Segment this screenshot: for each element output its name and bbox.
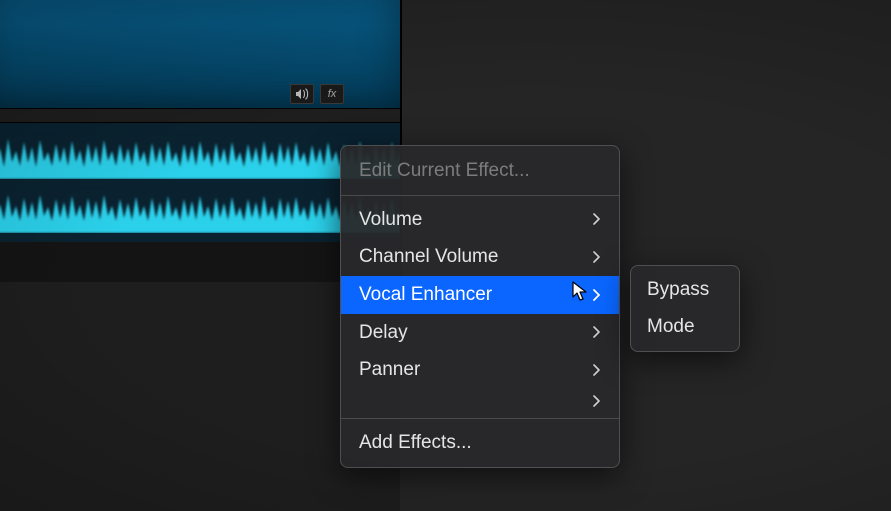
chevron-right-icon bbox=[592, 326, 601, 338]
menu-header-edit-current-effect: Edit Current Effect... bbox=[341, 152, 619, 190]
chevron-right-icon bbox=[592, 395, 601, 407]
menu-item-label: Volume bbox=[359, 207, 422, 233]
effects-context-menu: Edit Current Effect... Volume Channel Vo… bbox=[340, 145, 620, 468]
submenu-item-mode[interactable]: Mode bbox=[631, 309, 739, 346]
menu-item-blank-submenu[interactable] bbox=[341, 389, 619, 413]
menu-item-label: Add Effects... bbox=[359, 430, 472, 456]
submenu-item-label: Mode bbox=[647, 316, 695, 337]
menu-item-channel-volume[interactable]: Channel Volume bbox=[341, 238, 619, 276]
menu-item-label: Vocal Enhancer bbox=[359, 282, 492, 308]
fx-icon-label: fx bbox=[328, 88, 337, 100]
submenu-item-label: Bypass bbox=[647, 279, 709, 300]
menu-separator bbox=[341, 418, 619, 419]
chevron-right-icon bbox=[592, 364, 601, 376]
vocal-enhancer-submenu: Bypass Mode bbox=[630, 265, 740, 352]
speaker-icon[interactable] bbox=[290, 84, 314, 104]
menu-header-label: Edit Current Effect... bbox=[359, 158, 530, 184]
menu-separator bbox=[341, 195, 619, 196]
chevron-right-icon bbox=[592, 289, 601, 301]
menu-item-add-effects[interactable]: Add Effects... bbox=[341, 424, 619, 462]
menu-item-delay[interactable]: Delay bbox=[341, 314, 619, 352]
chevron-right-icon bbox=[592, 213, 601, 225]
menu-item-label: Delay bbox=[359, 320, 408, 346]
menu-item-panner[interactable]: Panner bbox=[341, 351, 619, 389]
submenu-item-bypass[interactable]: Bypass bbox=[631, 272, 739, 309]
menu-item-label: Panner bbox=[359, 357, 420, 383]
menu-item-vocal-enhancer[interactable]: Vocal Enhancer bbox=[341, 276, 619, 314]
chevron-right-icon bbox=[592, 251, 601, 263]
menu-item-volume[interactable]: Volume bbox=[341, 201, 619, 239]
fx-icon[interactable]: fx bbox=[320, 84, 344, 104]
menu-item-label: Channel Volume bbox=[359, 244, 498, 270]
